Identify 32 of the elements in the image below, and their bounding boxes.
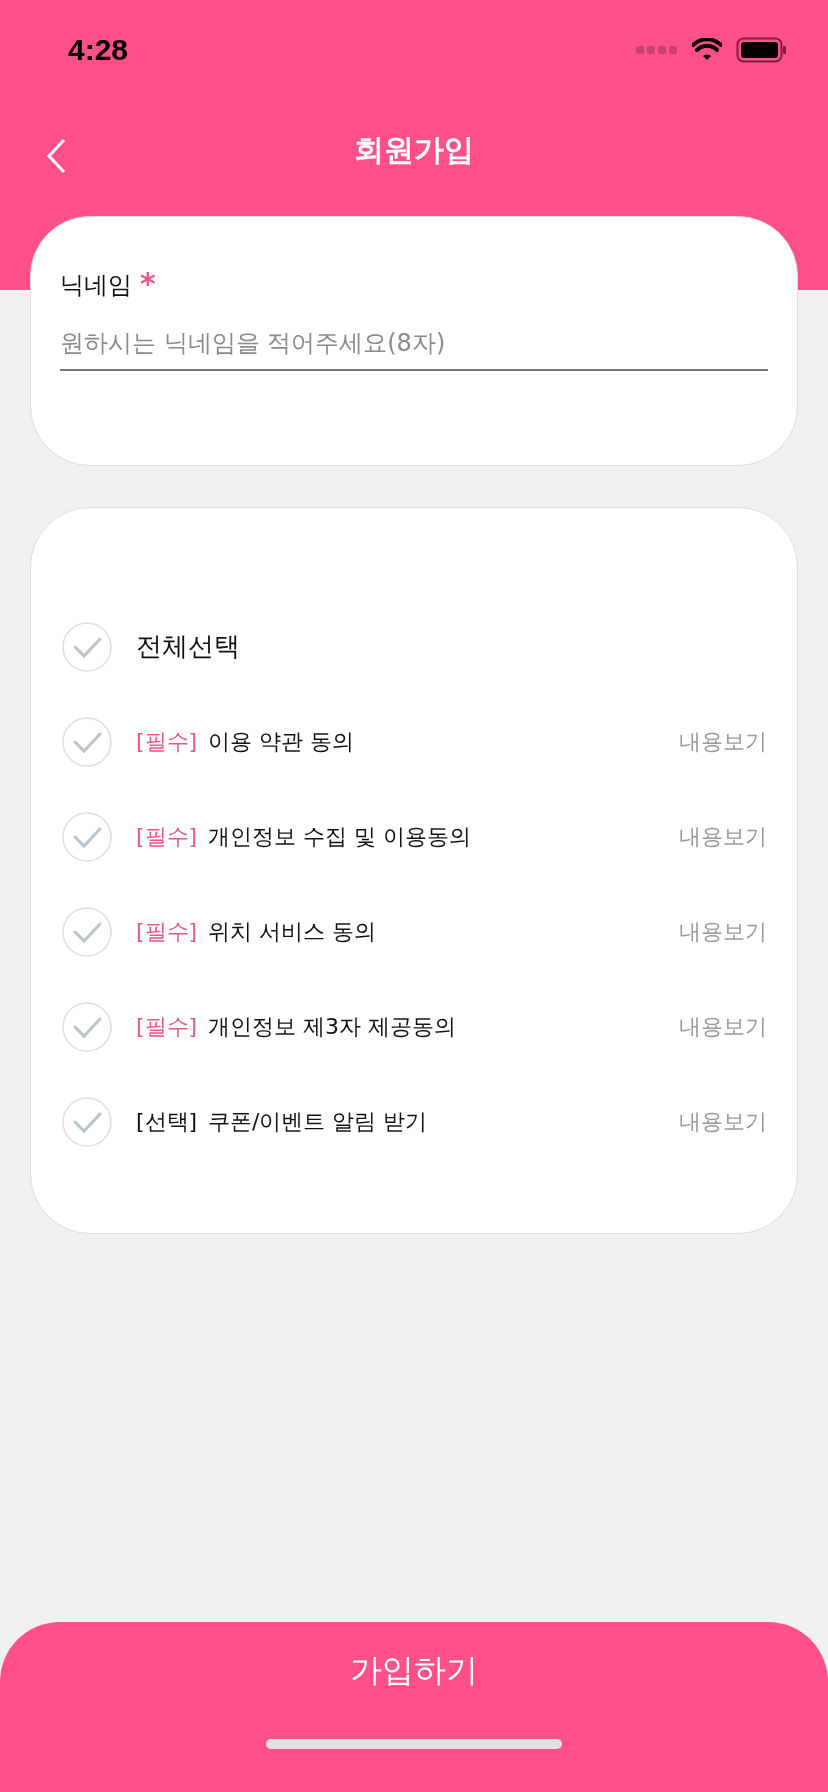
checkbox[interactable] xyxy=(62,906,112,957)
checkbox[interactable] xyxy=(62,1096,112,1147)
term-tag: [필수] xyxy=(136,1011,208,1042)
page-title: 회원가입 xyxy=(354,131,474,169)
view-details-link[interactable]: 내용보기 xyxy=(679,821,767,852)
term-tag: [선택] xyxy=(136,1106,208,1137)
checkbox[interactable] xyxy=(62,716,112,767)
select-all-label: 전체선택 xyxy=(136,630,240,663)
wifi-icon xyxy=(692,38,722,62)
checkbox[interactable] xyxy=(62,621,112,672)
term-label: 개인정보 제3자 제공동의 xyxy=(208,1012,457,1041)
term-tag: [필수] xyxy=(136,726,208,757)
required-mark: * xyxy=(140,269,156,299)
checkbox[interactable] xyxy=(62,811,112,862)
term-label: 개인정보 수집 및 이용동의 xyxy=(208,822,472,851)
status-time: 4:28 xyxy=(68,33,130,67)
term-tag: [필수] xyxy=(136,916,208,947)
term-label: 이용 약관 동의 xyxy=(208,727,355,756)
signal-icon xyxy=(636,45,678,55)
nickname-label: 닉네임 xyxy=(60,270,132,301)
checkbox[interactable] xyxy=(62,1001,112,1052)
view-details-link[interactable]: 내용보기 xyxy=(679,726,767,757)
view-details-link[interactable]: 내용보기 xyxy=(679,1011,767,1042)
battery-icon xyxy=(736,37,788,63)
nickname-field[interactable]: 원하시는 닉네임을 적어주세요(8자) xyxy=(60,323,768,371)
view-details-link[interactable]: 내용보기 xyxy=(679,1106,767,1137)
signup-button[interactable]: 가입하기 xyxy=(0,1622,828,1792)
term-label: 쿠폰/이벤트 알림 받기 xyxy=(208,1107,429,1136)
back-icon xyxy=(46,138,66,174)
term-tag: [필수] xyxy=(136,821,208,852)
term-label: 위치 서비스 동의 xyxy=(208,917,377,946)
view-details-link[interactable]: 내용보기 xyxy=(679,916,767,947)
